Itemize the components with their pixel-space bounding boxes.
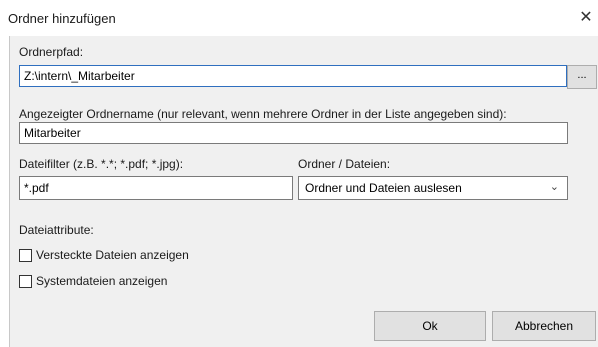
folder-path-label: Ordnerpfad: (19, 45, 84, 59)
folder-files-select[interactable]: Ordner und Dateien auslesen ⌄ (298, 176, 568, 200)
title-bar: Ordner hinzufügen ✕ (0, 0, 598, 36)
hidden-files-checkbox[interactable] (19, 249, 32, 262)
file-attributes-label: Dateiattribute: (19, 223, 94, 237)
cancel-button[interactable]: Abbrechen (492, 311, 596, 341)
folder-files-selected-value: Ordner und Dateien auslesen (305, 181, 462, 195)
display-name-label: Angezeigter Ordnername (nur relevant, we… (19, 107, 507, 121)
file-filter-input[interactable]: *.pdf (19, 176, 293, 200)
dialog-title: Ordner hinzufügen (8, 11, 116, 26)
system-files-label[interactable]: Systemdateien anzeigen (36, 274, 167, 288)
close-icon[interactable]: ✕ (574, 6, 598, 30)
chevron-down-icon: ⌄ (549, 181, 559, 193)
dialog-body: Ordnerpfad: Z:\intern\_Mitarbeiter ... A… (9, 36, 598, 347)
system-files-checkbox[interactable] (19, 275, 32, 288)
file-filter-label: Dateifilter (z.B. *.*; *.pdf; *.jpg): (19, 157, 184, 171)
folder-path-input[interactable]: Z:\intern\_Mitarbeiter (19, 65, 567, 87)
ok-button[interactable]: Ok (374, 311, 486, 341)
browse-button[interactable]: ... (567, 65, 597, 89)
hidden-files-label[interactable]: Versteckte Dateien anzeigen (36, 248, 189, 262)
display-name-input[interactable]: Mitarbeiter (19, 122, 568, 144)
add-folder-dialog: Ordner hinzufügen ✕ Ordnerpfad: Z:\inter… (0, 0, 598, 347)
folder-files-label: Ordner / Dateien: (298, 157, 391, 171)
